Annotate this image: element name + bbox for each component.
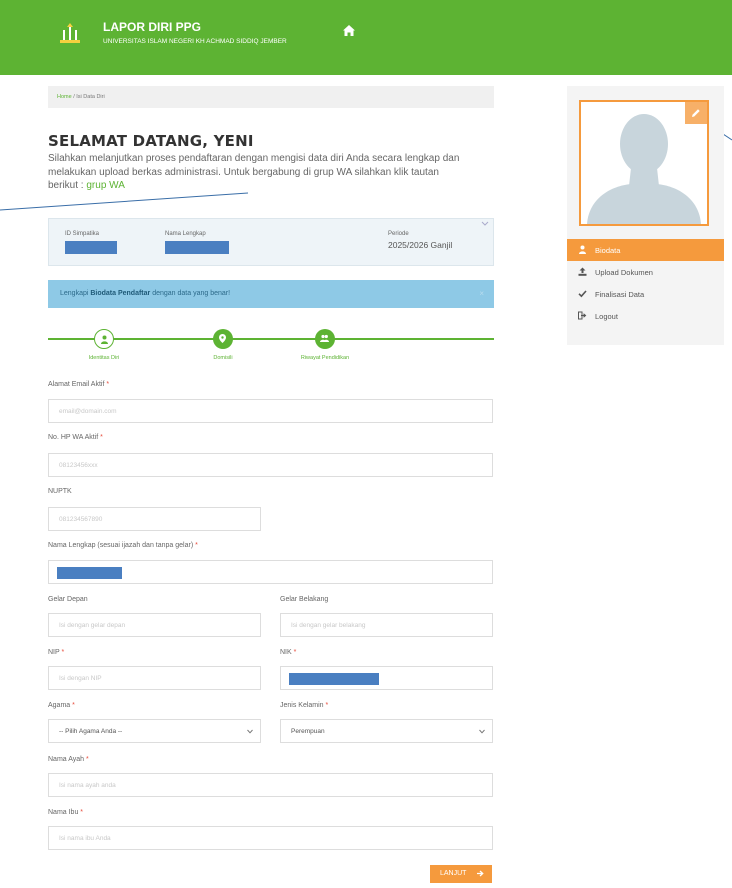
back-title-input[interactable]: Isi dengan gelar belakang bbox=[280, 613, 493, 637]
nip-label: NIP * bbox=[48, 649, 65, 656]
full-name-label: Nama Lengkap bbox=[165, 231, 206, 237]
nik-input[interactable] bbox=[280, 666, 493, 690]
upload-icon bbox=[578, 267, 587, 276]
mother-name-input[interactable]: Isi nama ibu Anda bbox=[48, 826, 493, 850]
sign-out-icon bbox=[578, 311, 587, 320]
front-title-label: Gelar Depan bbox=[48, 596, 88, 603]
welcome-title: SELAMAT DATANG, YENI bbox=[48, 132, 254, 150]
info-alert: Lengkapi Biodata Pendaftar dengan data y… bbox=[48, 280, 494, 308]
edit-photo-button[interactable] bbox=[685, 102, 707, 124]
step-identitas-diri[interactable] bbox=[94, 329, 114, 349]
full-name-value-redacted bbox=[57, 567, 122, 579]
mother-name-label: Nama Ibu * bbox=[48, 809, 84, 816]
religion-label: Agama * bbox=[48, 702, 75, 709]
gender-select[interactable]: Perempuan bbox=[280, 719, 493, 743]
top-header: LAPOR DIRI PPG UNIVERSITAS ISLAM NEGERI … bbox=[0, 0, 732, 75]
registrant-info-panel: ID Simpatika Nama Lengkap Periode 2025/2… bbox=[48, 218, 494, 266]
app-subtitle: UNIVERSITAS ISLAM NEGERI KH ACHMAD SIDDI… bbox=[103, 38, 287, 45]
phone-input[interactable]: 08123456xxx bbox=[48, 453, 493, 477]
stepper-line bbox=[48, 338, 494, 340]
check-icon bbox=[578, 290, 587, 298]
app-title[interactable]: LAPOR DIRI PPG bbox=[103, 20, 201, 34]
step-riwayat-pendidikan[interactable] bbox=[315, 329, 335, 349]
sidebar-item-biodata[interactable]: Biodata bbox=[567, 239, 724, 261]
home-icon[interactable] bbox=[343, 25, 355, 36]
gender-label: Jenis Kelamin * bbox=[280, 702, 329, 709]
alert-close-button[interactable]: × bbox=[479, 289, 484, 298]
chevron-down-icon[interactable] bbox=[481, 221, 489, 227]
step-label-identitas: Identitas Diri bbox=[88, 355, 120, 361]
phone-label: No. HP WA Aktif * bbox=[48, 434, 103, 441]
father-name-input[interactable]: Isi nama ayah anda bbox=[48, 773, 493, 797]
nik-value-redacted bbox=[289, 673, 379, 685]
map-marker-icon bbox=[219, 334, 226, 343]
profile-sidebar: Biodata Upload Dokumen Finalisasi Data L… bbox=[567, 86, 724, 345]
front-title-input[interactable]: Isi dengan gelar depan bbox=[48, 613, 261, 637]
next-button[interactable]: LANJUT bbox=[430, 865, 492, 883]
arrow-right-icon bbox=[477, 870, 484, 877]
chevron-down-icon bbox=[247, 729, 253, 734]
welcome-text: Silahkan melanjutkan proses pendaftaran … bbox=[48, 152, 468, 193]
whatsapp-group-link[interactable]: grup WA bbox=[86, 180, 125, 191]
breadcrumb: Home / Isi Data Diri bbox=[48, 86, 494, 108]
email-label: Alamat Email Aktif * bbox=[48, 381, 110, 388]
user-icon bbox=[579, 245, 586, 254]
full-name-input[interactable] bbox=[48, 560, 493, 584]
father-name-label: Nama Ayah * bbox=[48, 756, 89, 763]
sidebar-item-finalisasi-data[interactable]: Finalisasi Data bbox=[567, 283, 724, 305]
breadcrumb-current: Isi Data Diri bbox=[76, 94, 105, 100]
email-input[interactable]: email@domain.com bbox=[48, 399, 493, 423]
simpatika-id-redacted bbox=[65, 241, 117, 254]
pencil-icon bbox=[692, 109, 700, 117]
step-domisili[interactable] bbox=[213, 329, 233, 349]
period-label: Periode bbox=[388, 231, 409, 237]
nuptk-input[interactable]: 081234567890 bbox=[48, 507, 261, 531]
avatar bbox=[579, 100, 709, 226]
religion-select[interactable]: -- Pilih Agama Anda -- bbox=[48, 719, 261, 743]
nip-input[interactable]: Isi dengan NIP bbox=[48, 666, 261, 690]
breadcrumb-home-link[interactable]: Home bbox=[57, 94, 72, 100]
back-title-label: Gelar Belakang bbox=[280, 596, 329, 603]
full-name-redacted bbox=[165, 241, 229, 254]
university-logo-icon bbox=[60, 23, 80, 43]
chevron-down-icon bbox=[479, 729, 485, 734]
users-icon bbox=[320, 334, 329, 342]
nik-label: NIK * bbox=[280, 649, 297, 656]
step-label-domisili: Domisili bbox=[213, 355, 233, 361]
nuptk-label: NUPTK bbox=[48, 488, 72, 495]
sidebar-menu: Biodata Upload Dokumen Finalisasi Data L… bbox=[567, 239, 724, 327]
sidebar-item-upload-dokumen[interactable]: Upload Dokumen bbox=[567, 261, 724, 283]
step-label-riwayat: Riwayat Pendidikan bbox=[300, 355, 350, 361]
simpatika-id-label: ID Simpatika bbox=[65, 231, 100, 237]
full-name-field-label: Nama Lengkap (sesuai ijazah dan tanpa ge… bbox=[48, 542, 198, 549]
period-value: 2025/2026 Ganjil bbox=[388, 240, 453, 250]
alert-emphasis: Biodata Pendaftar bbox=[90, 290, 151, 297]
user-icon bbox=[101, 335, 108, 344]
sidebar-item-logout[interactable]: Logout bbox=[567, 305, 724, 327]
